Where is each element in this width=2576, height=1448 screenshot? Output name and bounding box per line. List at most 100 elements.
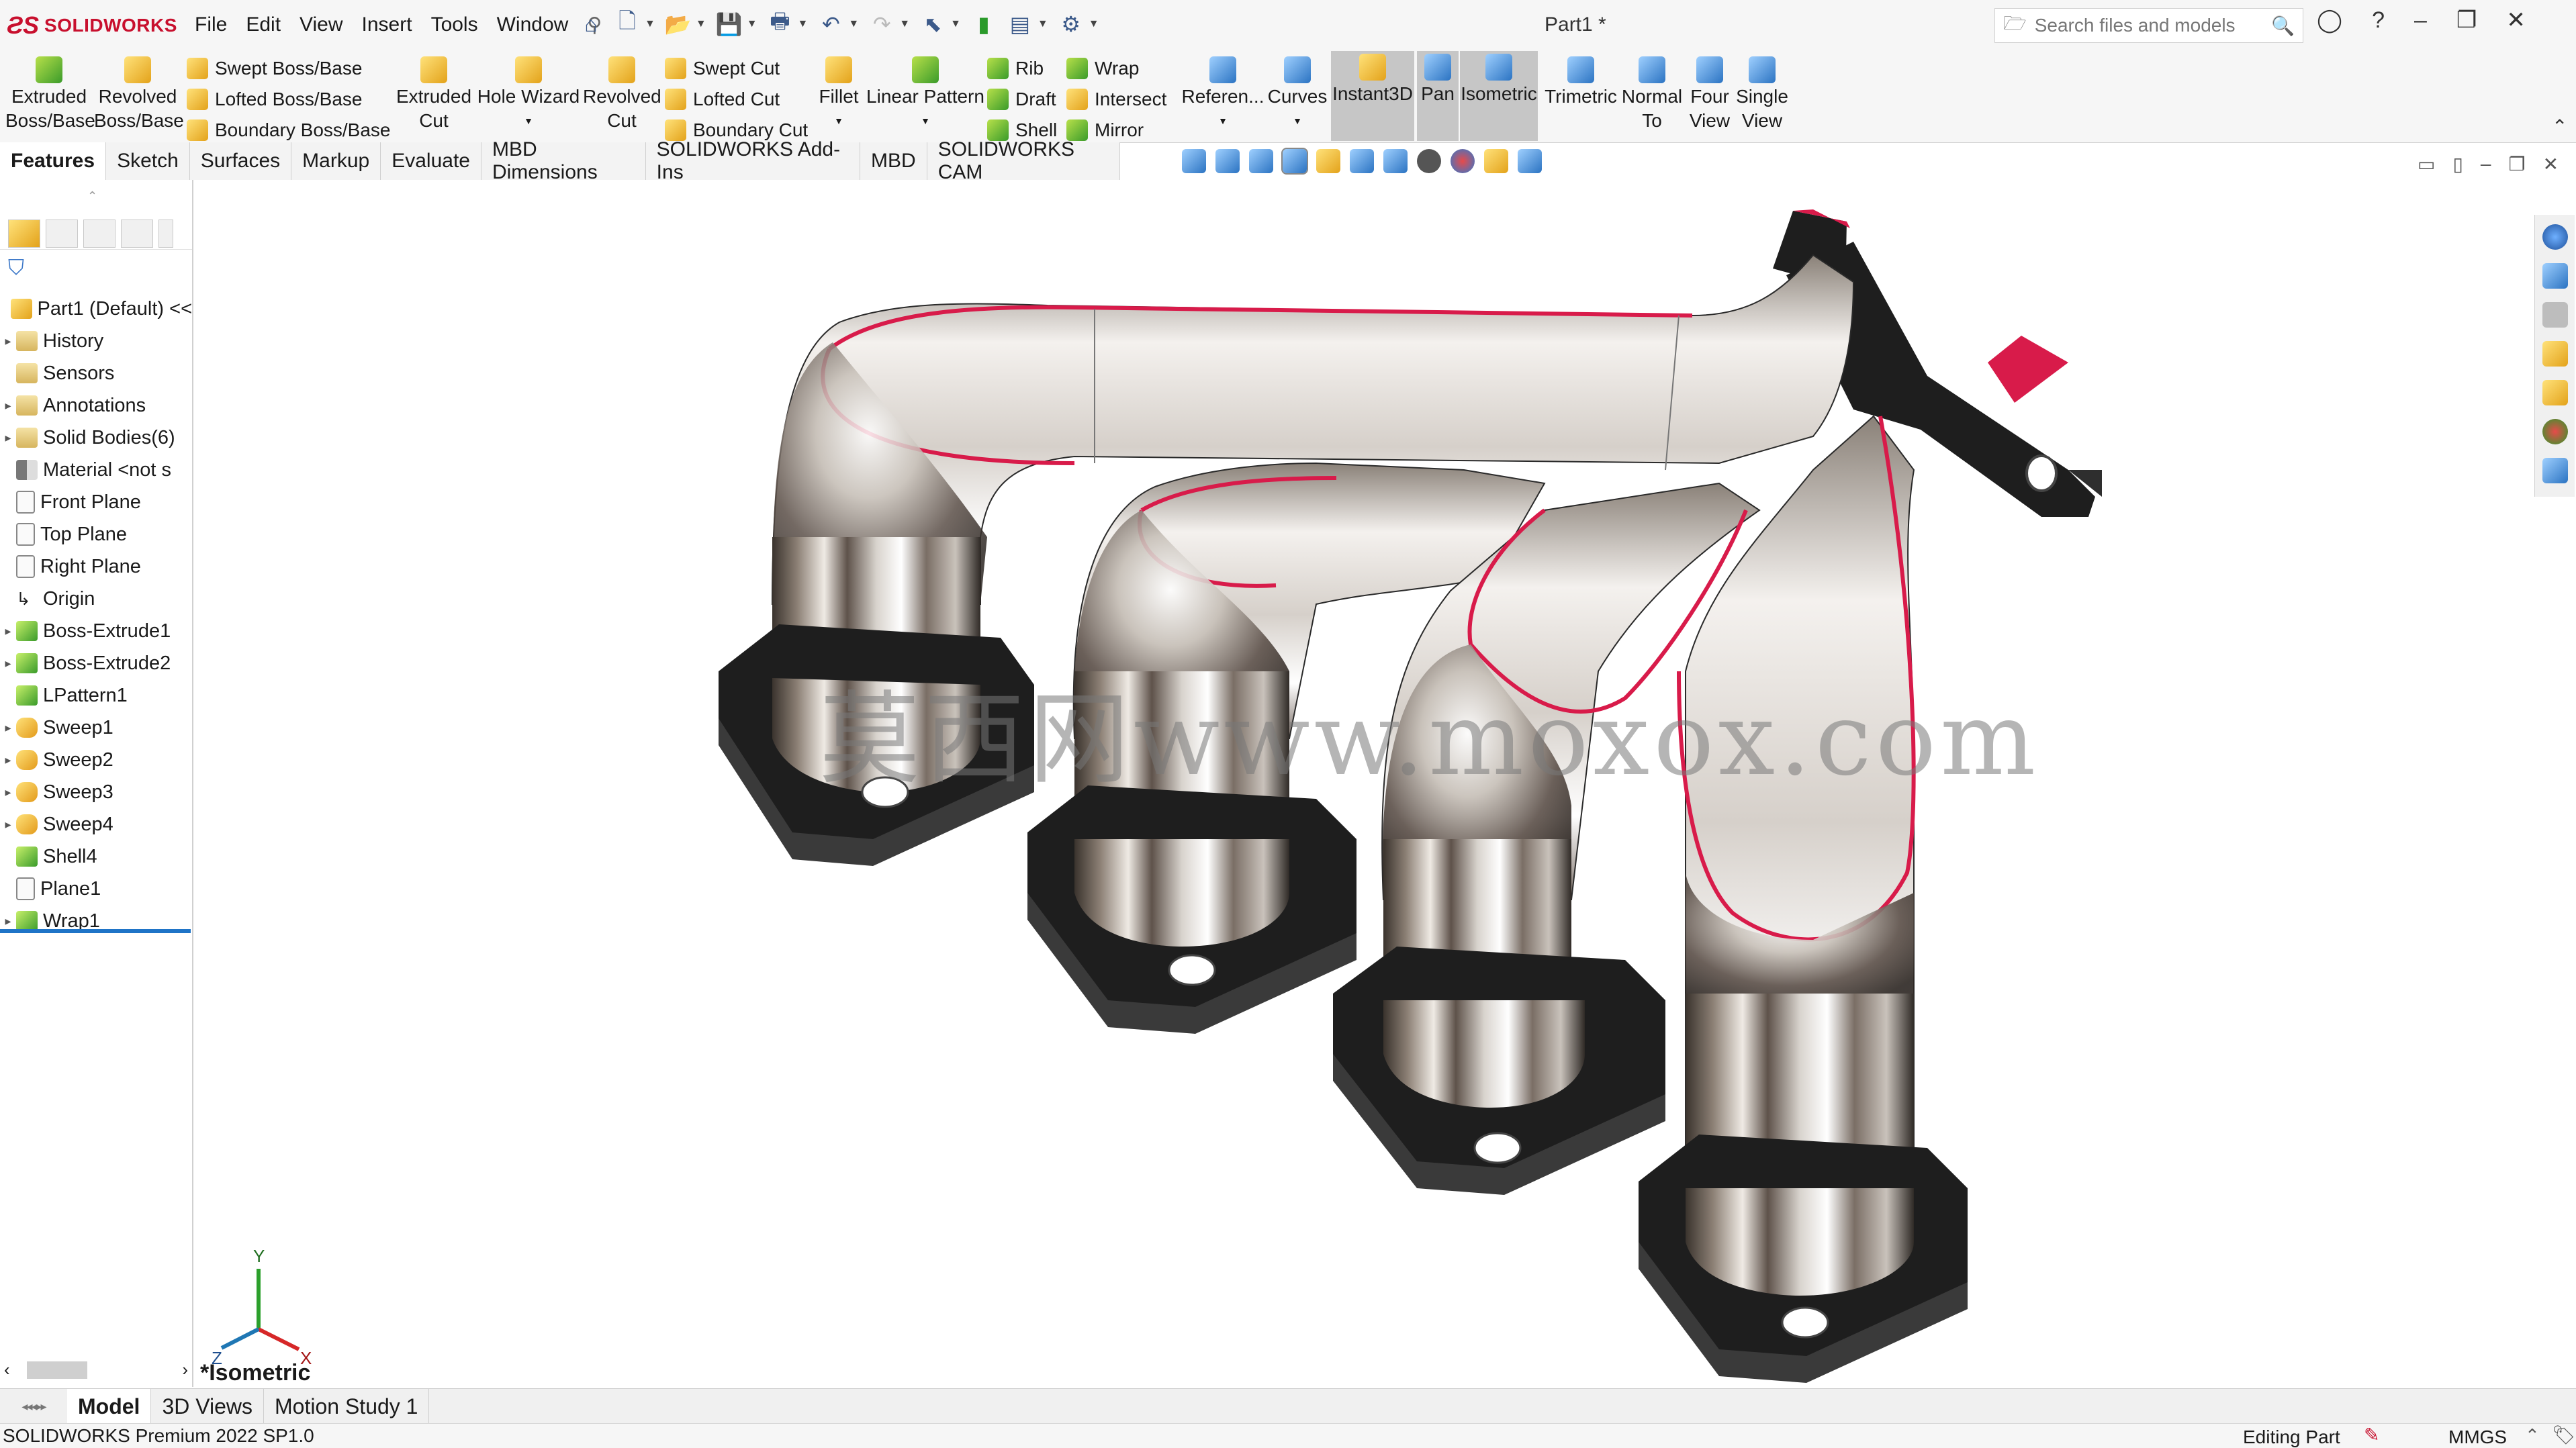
display-style-icon[interactable] — [1383, 149, 1408, 173]
expand-icon[interactable]: ▸ — [0, 624, 16, 638]
tree-item-solid-bodies[interactable]: ▸ Solid Bodies(6) — [0, 422, 192, 454]
revolved-cut-button[interactable]: Revolved Cut — [583, 54, 661, 133]
swept-cut-button[interactable]: Swept Cut — [665, 54, 780, 83]
chevron-down-icon[interactable]: ▼ — [645, 18, 655, 30]
home-icon[interactable] — [2542, 263, 2568, 289]
menu-edit[interactable]: Edit — [244, 12, 282, 38]
unit-system[interactable]: MMGS — [2448, 1427, 2507, 1448]
collapse-ribbon-icon[interactable]: ⌃ — [2552, 115, 2567, 138]
tab-motion-study-1[interactable]: Motion Study 1 — [264, 1389, 430, 1424]
tab-sketch[interactable]: Sketch — [106, 142, 190, 180]
zoom-to-area-icon[interactable] — [1215, 149, 1240, 173]
hide-show-items-icon[interactable] — [1417, 149, 1441, 173]
curves-button[interactable]: Curves ▼ — [1267, 54, 1328, 133]
redo-icon[interactable]: ↷ — [868, 11, 895, 38]
solidworks-logo[interactable]: ƧS SOLIDWORKS — [7, 9, 177, 42]
chevron-down-icon[interactable]: ▼ — [815, 109, 862, 133]
expand-icon[interactable]: ▸ — [0, 657, 16, 671]
tree-item-sweep4[interactable]: ▸ Sweep4 — [0, 808, 192, 840]
scroll-right-icon[interactable]: › — [182, 1359, 188, 1380]
expand-icon[interactable]: ▸ — [0, 914, 16, 928]
split-vertical-icon[interactable]: ▯ — [2452, 153, 2463, 175]
tab-solidworks-add-ins[interactable]: SOLIDWORKS Add-Ins — [646, 138, 861, 183]
tree-item-origin[interactable]: ↳ Origin — [0, 583, 192, 615]
lofted-cut-button[interactable]: Lofted Cut — [665, 85, 780, 114]
print-icon[interactable]: 🖶 — [767, 9, 794, 38]
horizontal-scrollbar[interactable]: ‹ › — [0, 1356, 192, 1383]
expand-icon[interactable]: ▸ — [0, 785, 16, 800]
status-tag-icon[interactable]: 🏷 — [2552, 1424, 2576, 1446]
restore-icon[interactable]: ❐ — [2456, 7, 2477, 34]
reference-geometry-button[interactable]: Referen... ▼ — [1179, 54, 1267, 133]
tab-navigation-arrows-icon[interactable]: ◂◂◂▸▸ — [0, 1389, 67, 1424]
tree-item-boss-extrude2[interactable]: ▸ Boss-Extrude2 — [0, 647, 192, 679]
tab-features[interactable]: Features — [0, 142, 107, 180]
chevron-down-icon[interactable]: ▼ — [474, 109, 583, 133]
zoom-to-fit-icon[interactable] — [1182, 149, 1206, 173]
section-view-icon[interactable] — [1281, 148, 1308, 175]
extruded-boss-button[interactable]: Extruded Boss/Base — [5, 54, 95, 133]
edit-appearance-icon[interactable] — [1451, 149, 1475, 173]
expand-icon[interactable]: ▸ — [0, 721, 16, 735]
tab-markup[interactable]: Markup — [291, 142, 381, 180]
instant3d-button[interactable]: Instant3D — [1331, 51, 1414, 141]
close-icon[interactable]: ✕ — [2506, 7, 2526, 34]
four-view-button[interactable]: Four View — [1684, 54, 1735, 133]
panel-grip-icon[interactable]: ⌃ — [87, 189, 97, 203]
boundary-boss-button[interactable]: Boundary Boss/Base — [187, 115, 391, 145]
tree-item-top-plane[interactable]: Top Plane — [0, 518, 192, 550]
configuration-manager-tab-icon[interactable] — [83, 219, 116, 248]
tree-item-sweep1[interactable]: ▸ Sweep1 — [0, 712, 192, 744]
menu-insert[interactable]: Insert — [361, 12, 414, 38]
search-icon[interactable]: 🔍 — [2271, 15, 2295, 37]
apply-scene-icon[interactable] — [1484, 149, 1508, 173]
tab-surfaces[interactable]: Surfaces — [190, 142, 292, 180]
design-library-icon[interactable] — [2542, 302, 2568, 328]
custom-properties-icon[interactable] — [2542, 458, 2568, 483]
intersect-button[interactable]: Intersect — [1066, 85, 1166, 114]
linear-pattern-button[interactable]: Linear Pattern ▼ — [864, 54, 987, 133]
tab-mbd[interactable]: MBD — [860, 142, 927, 180]
file-properties-icon[interactable]: ▤ — [1007, 11, 1033, 38]
chevron-down-icon[interactable]: ▼ — [1038, 18, 1048, 30]
swept-boss-button[interactable]: Swept Boss/Base — [187, 54, 362, 83]
solidworks-resources-icon[interactable] — [2542, 224, 2568, 250]
draft-button[interactable]: Draft — [987, 85, 1056, 114]
revolved-boss-button[interactable]: Revolved Boss/Base — [94, 54, 184, 133]
appearances-icon[interactable] — [2542, 419, 2568, 444]
save-icon[interactable]: 💾 — [716, 11, 743, 38]
single-view-button[interactable]: Single View — [1735, 54, 1789, 133]
tab-model[interactable]: Model — [67, 1389, 152, 1424]
options-gear-icon[interactable]: ⚙ — [1058, 11, 1085, 38]
rollback-bar[interactable] — [0, 929, 191, 933]
more-tabs-icon[interactable] — [158, 219, 173, 248]
home-icon[interactable]: ⌂ — [578, 11, 604, 38]
hole-wizard-button[interactable]: Hole Wizard ▼ — [474, 54, 583, 133]
property-manager-tab-icon[interactable] — [46, 219, 78, 248]
tree-item-boss-extrude1[interactable]: ▸ Boss-Extrude1 — [0, 615, 192, 647]
tab-3d-views[interactable]: 3D Views — [151, 1389, 265, 1424]
new-document-icon[interactable]: 🗋 — [614, 9, 641, 38]
normal-to-button[interactable]: Normal To — [1621, 54, 1683, 133]
rebuild-icon[interactable]: ▮ — [970, 11, 997, 38]
tree-item-material[interactable]: Material <not s — [0, 454, 192, 486]
menu-tools[interactable]: Tools — [430, 12, 479, 38]
chevron-down-icon[interactable]: ▼ — [1267, 109, 1328, 133]
tab-mbd-dimensions[interactable]: MBD Dimensions — [481, 138, 646, 183]
minimize-icon[interactable]: – — [2414, 7, 2427, 34]
tree-item-history[interactable]: ▸ History — [0, 325, 192, 357]
extruded-cut-button[interactable]: Extruded Cut — [394, 54, 474, 133]
chevron-down-icon[interactable]: ▼ — [747, 18, 757, 30]
tree-item-sensors[interactable]: Sensors — [0, 357, 192, 389]
file-explorer-icon[interactable] — [2542, 341, 2568, 367]
wrap-button[interactable]: Wrap — [1066, 54, 1139, 83]
scrollbar-thumb[interactable] — [27, 1361, 87, 1379]
expand-icon[interactable]: ▸ — [0, 753, 16, 767]
menu-view[interactable]: View — [298, 12, 344, 38]
view-orientation-icon[interactable] — [1350, 149, 1374, 173]
tree-item-front-plane[interactable]: Front Plane — [0, 486, 192, 518]
tree-root-part1[interactable]: Part1 (Default) << — [0, 293, 192, 325]
tree-item-lpattern1[interactable]: LPattern1 — [0, 679, 192, 712]
feature-manager-tab-icon[interactable] — [8, 219, 40, 248]
user-icon[interactable]: ◯ — [2317, 7, 2342, 34]
